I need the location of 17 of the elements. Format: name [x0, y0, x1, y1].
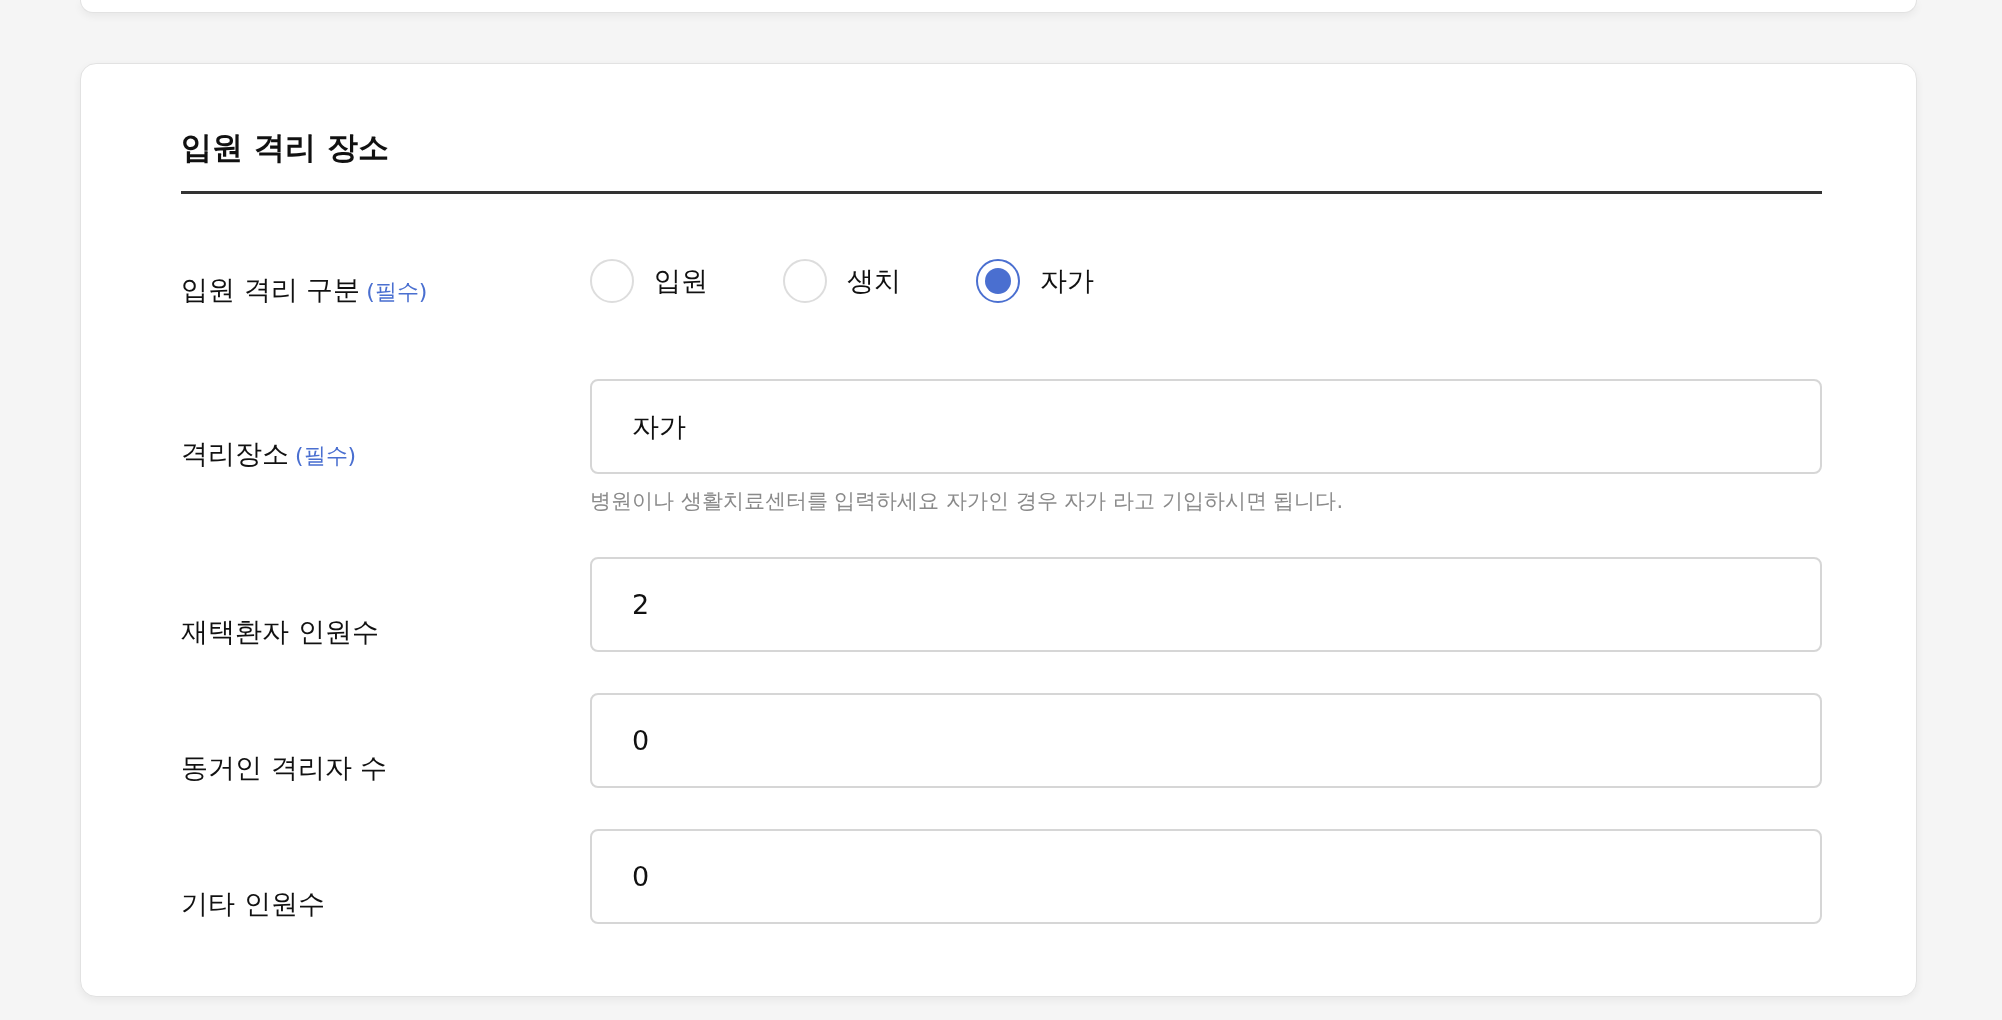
field-label: 입원 격리 구분 [181, 273, 361, 307]
radio-button[interactable] [976, 258, 1020, 303]
input-field[interactable]: 자가 [590, 379, 1822, 474]
section-title: 입원 격리 장소 [181, 128, 389, 167]
radio-label[interactable]: 생치 [847, 260, 901, 301]
field-label: 격리장소 [181, 437, 289, 471]
field-label: 재택환자 인원수 [181, 615, 379, 649]
input-field[interactable]: 2 [590, 557, 1822, 652]
required-note: (필수) [366, 278, 428, 306]
field-label: 동거인 격리자 수 [181, 751, 388, 785]
radio-label[interactable]: 자가 [1040, 260, 1094, 301]
input-field[interactable]: 0 [590, 693, 1822, 788]
input-field[interactable]: 0 [590, 829, 1822, 924]
radio-label[interactable]: 입원 [654, 260, 708, 301]
field-label: 기타 인원수 [181, 887, 325, 921]
required-note: (필수) [295, 442, 357, 470]
hint-text: 병원이나 생활치료센터를 입력하세요 자가인 경우 자가 라고 기입하시면 됩니다. [590, 488, 1344, 515]
